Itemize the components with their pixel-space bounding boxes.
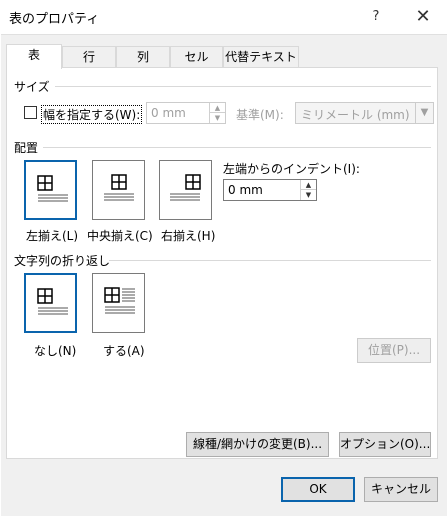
- tab-column-label: 列: [136, 50, 149, 64]
- wrap-none-button[interactable]: [24, 273, 77, 333]
- width-checkbox-label: 幅を指定する(W):: [41, 105, 143, 124]
- align-right-label: 右揃え(H): [161, 229, 216, 243]
- align-left-label: 左揃え(L): [26, 229, 79, 243]
- position-button[interactable]: 位置(P)...: [357, 338, 431, 363]
- size-separator: [55, 86, 431, 87]
- size-section-label: サイズ: [14, 80, 50, 94]
- tab-table-label: 表: [27, 48, 40, 62]
- help-button[interactable]: ?: [358, 0, 394, 34]
- tab-panel: サイズ 幅を指定する(W): 0 mm ▲ ▼ 基準(M): ミリメートル (m…: [6, 67, 438, 459]
- indent-spinner[interactable]: 0 mm ▲ ▼: [223, 179, 317, 201]
- tab-row-label: 行: [82, 50, 95, 64]
- tab-column[interactable]: 列: [116, 46, 170, 68]
- tab-cell-label: セル: [184, 50, 209, 64]
- width-checkbox[interactable]: [24, 106, 37, 119]
- indent-up-arrow-icon[interactable]: ▲: [301, 180, 316, 190]
- alignment-separator: [43, 147, 431, 148]
- width-spinner[interactable]: 0 mm ▲ ▼: [146, 102, 226, 124]
- basis-label: 基準(M):: [236, 108, 284, 122]
- width-value: 0 mm: [151, 106, 186, 120]
- indent-label: 左端からのインデント(I):: [223, 162, 360, 176]
- close-button[interactable]: ✕: [405, 0, 441, 34]
- alignment-section-label: 配置: [14, 141, 39, 155]
- wrap-around-button[interactable]: [92, 273, 145, 333]
- options-button[interactable]: オプション(O)...: [339, 432, 431, 457]
- width-down-arrow-icon[interactable]: ▼: [210, 113, 225, 123]
- tab-alt-text-label: 代替テキスト: [225, 50, 297, 64]
- ok-button[interactable]: OK: [281, 477, 355, 502]
- wrapping-separator: [109, 260, 431, 261]
- wrapping-section-label: 文字列の折り返し: [14, 254, 111, 268]
- borders-shading-button[interactable]: 線種/網かけの変更(B)...: [186, 432, 329, 457]
- tab-alt-text[interactable]: 代替テキスト: [223, 46, 299, 68]
- tab-row[interactable]: 行: [62, 46, 116, 68]
- wrap-none-icon: [37, 288, 68, 315]
- basis-value: ミリメートル (mm): [301, 108, 410, 122]
- indent-value: 0 mm: [228, 183, 263, 197]
- cancel-button[interactable]: キャンセル: [364, 477, 438, 502]
- chevron-down-icon: ▼: [415, 103, 433, 123]
- width-up-arrow-icon[interactable]: ▲: [210, 103, 225, 113]
- wrap-around-icon: [104, 287, 135, 314]
- align-right-button[interactable]: [159, 160, 212, 220]
- window-title: 表のプロパティ: [9, 12, 100, 27]
- indent-down-arrow-icon[interactable]: ▼: [301, 190, 316, 200]
- align-center-label: 中央揃え(C): [87, 229, 153, 243]
- align-center-icon: [104, 174, 134, 201]
- align-left-icon: [37, 175, 68, 202]
- tab-cell[interactable]: セル: [170, 46, 223, 68]
- tab-table[interactable]: 表: [6, 44, 62, 69]
- align-center-button[interactable]: [92, 160, 145, 220]
- align-left-button[interactable]: [24, 160, 77, 220]
- wrap-none-label: なし(N): [34, 344, 77, 358]
- align-right-icon: [170, 174, 201, 201]
- wrap-around-label: する(A): [103, 344, 145, 358]
- dialog-body: 表 行 列 セル 代替テキスト サイズ 幅を指定する(W): 0 mm ▲ ▼ …: [1, 34, 447, 516]
- title-bar: 表のプロパティ ? ✕: [0, 0, 448, 34]
- basis-select[interactable]: ミリメートル (mm) ▼: [295, 102, 434, 124]
